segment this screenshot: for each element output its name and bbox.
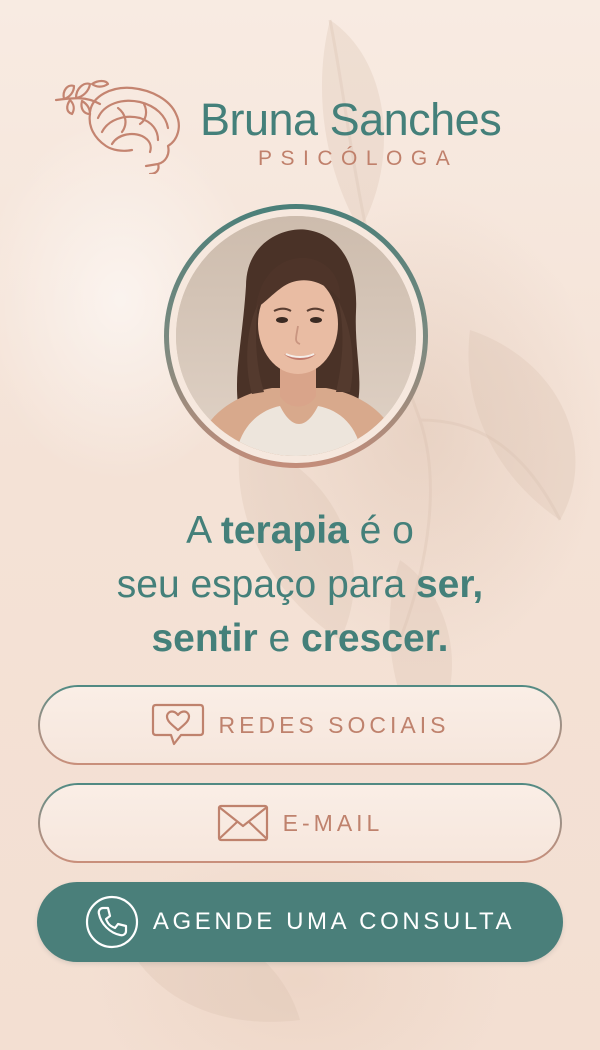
tagline-emphasis: crescer.	[301, 617, 449, 660]
schedule-appointment-label: AGENDE UMA CONSULTA	[152, 908, 516, 935]
envelope-icon	[217, 804, 269, 842]
tagline-emphasis: ser,	[415, 563, 484, 606]
email-label: E-MAIL	[282, 809, 384, 836]
link-page: Bruna Sanches PSICÓLOGA A terapia é o se…	[0, 0, 600, 1050]
tagline-text: seu espaço para	[116, 563, 416, 606]
tagline-emphasis: sentir	[151, 617, 258, 660]
tagline-text: A	[186, 509, 221, 552]
schedule-appointment-button[interactable]: AGENDE UMA CONSULTA	[37, 882, 563, 962]
tagline: A terapia é o seu espaço para ser, senti…	[0, 504, 600, 666]
brand-name: Bruna Sanches	[200, 94, 502, 145]
profile-photo	[164, 204, 428, 468]
logo	[52, 74, 188, 176]
phone-icon	[85, 895, 139, 949]
social-media-label: REDES SOCIAIS	[218, 711, 450, 738]
tagline-line-2: seu espaço para ser,	[0, 558, 600, 612]
tagline-line-3: sentir e crescer.	[0, 612, 600, 666]
social-media-button[interactable]: REDES SOCIAIS	[38, 685, 562, 765]
tagline-text: é o	[348, 509, 414, 552]
email-button[interactable]: E-MAIL	[38, 783, 562, 863]
portrait-image	[176, 216, 416, 456]
brand-title: PSICÓLOGA	[258, 147, 459, 170]
tagline-text: e	[257, 617, 302, 660]
tagline-line-1: A terapia é o	[0, 504, 600, 558]
brain-leaf-icon	[54, 79, 180, 176]
tagline-emphasis: terapia	[220, 509, 349, 552]
chat-heart-icon	[151, 702, 205, 748]
